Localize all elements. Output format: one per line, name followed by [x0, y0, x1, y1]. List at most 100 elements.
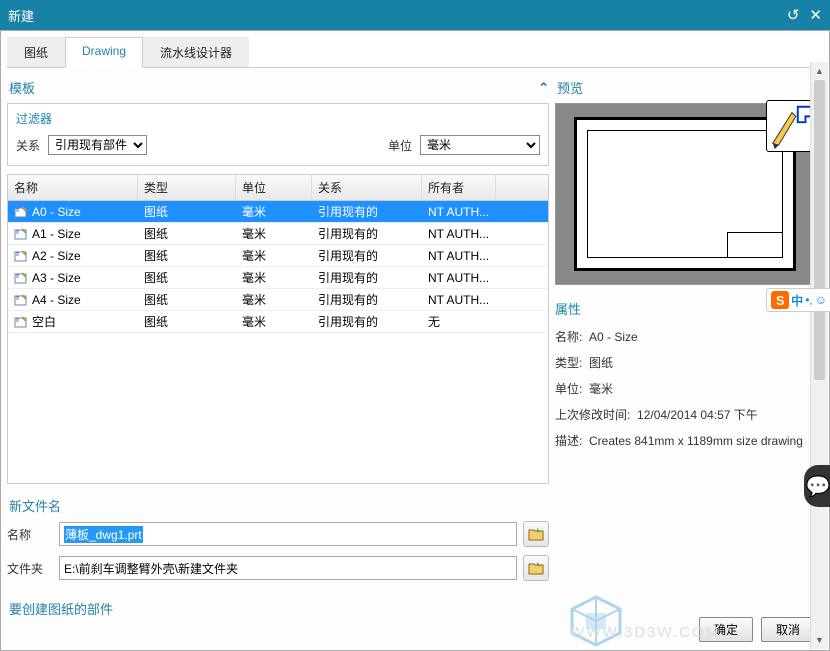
cell-unit: 毫米	[236, 245, 312, 266]
cell-unit: 毫米	[236, 201, 312, 222]
drawing-file-icon	[14, 250, 28, 262]
cell-owner: NT AUTH...	[422, 203, 496, 221]
tab-pipeline[interactable]: 流水线设计器	[143, 37, 249, 67]
templates-label: 模板	[9, 78, 35, 97]
browse-folder-button[interactable]	[523, 555, 549, 581]
ime-smiley-icon: ☺	[815, 293, 827, 307]
cell-unit: 毫米	[236, 223, 312, 244]
help-bubble[interactable]: 💬	[804, 465, 830, 507]
col-type[interactable]: 类型	[138, 175, 236, 200]
drawing-file-icon	[14, 272, 28, 284]
cell-owner: NT AUTH...	[422, 225, 496, 243]
parts-title: 要创建图纸的部件	[9, 599, 113, 618]
table-header: 名称 类型 单位 关系 所有者	[8, 175, 548, 201]
filename-input[interactable]: 薄板_dwg1.prt	[59, 522, 517, 546]
cell-type: 图纸	[138, 223, 236, 244]
vertical-scrollbar[interactable]: ▲ ▼	[810, 62, 828, 649]
cell-unit: 毫米	[236, 267, 312, 288]
cell-owner: 无	[422, 311, 496, 332]
relation-select[interactable]: 引用现有部件	[48, 135, 147, 155]
unit-select[interactable]: 毫米	[420, 135, 540, 155]
cell-owner: NT AUTH...	[422, 291, 496, 309]
ime-zh-label: 中	[791, 292, 803, 309]
cancel-button[interactable]: 取消	[761, 617, 815, 642]
cell-type: 图纸	[138, 267, 236, 288]
relation-label: 关系	[16, 137, 40, 154]
col-unit[interactable]: 单位	[236, 175, 312, 200]
browse-name-button[interactable]	[523, 521, 549, 547]
chat-icon: 💬	[806, 474, 830, 499]
table-row[interactable]: A0 - Size 图纸毫米引用现有的NT AUTH...	[8, 201, 548, 223]
table-body: A0 - Size图纸毫米引用现有的NT AUTH...A1 - Size图纸毫…	[8, 201, 548, 333]
cell-type: 图纸	[138, 245, 236, 266]
scroll-up-icon[interactable]: ▲	[811, 62, 828, 80]
drawing-file-icon	[14, 206, 28, 218]
ime-punct-icon: •,	[805, 293, 813, 307]
close-icon[interactable]: ✕	[809, 6, 822, 24]
dialog-content: 图纸 Drawing 流水线设计器 模板 ⌃ 过滤器 关系 引用现有部件 单位 …	[0, 30, 830, 651]
ok-button[interactable]: 确定	[699, 617, 753, 642]
cell-name: A4 - Size	[32, 293, 81, 307]
prop-modified-value: 12/04/2014 04:57 下午	[637, 408, 758, 422]
prop-modified-label: 上次修改时间:	[555, 406, 630, 424]
col-relation[interactable]: 关系	[312, 175, 422, 200]
cell-name: A0 - Size	[32, 205, 81, 219]
tab-drawing[interactable]: Drawing	[65, 37, 143, 68]
preview-thumbnail	[555, 103, 815, 285]
cell-name: A3 - Size	[32, 271, 81, 285]
prop-desc-label: 描述:	[555, 432, 582, 450]
preview-label: 预览	[557, 78, 583, 97]
tab-bar: 图纸 Drawing 流水线设计器	[7, 37, 823, 68]
cell-owner: NT AUTH...	[422, 269, 496, 287]
col-owner[interactable]: 所有者	[422, 175, 496, 200]
prop-unit-label: 单位:	[555, 380, 582, 398]
filename-label: 名称	[7, 526, 53, 543]
properties-panel: 属性 名称: A0 - Size 类型: 图纸 单位: 毫米 上次修改时间: 1…	[555, 299, 823, 450]
cell-relation: 引用现有的	[312, 201, 422, 222]
table-row[interactable]: 空白 图纸毫米引用现有的无	[8, 311, 548, 333]
template-table: 名称 类型 单位 关系 所有者 A0 - Size图纸毫米引用现有的NT AUT…	[7, 174, 549, 484]
folder-input[interactable]	[59, 556, 517, 580]
cell-type: 图纸	[138, 201, 236, 222]
cell-relation: 引用现有的	[312, 223, 422, 244]
drawing-file-icon	[14, 228, 28, 240]
ime-indicator[interactable]: S 中 •, ☺	[766, 288, 830, 312]
prop-type-value: 图纸	[589, 356, 613, 370]
table-row[interactable]: A2 - Size 图纸毫米引用现有的NT AUTH...	[8, 245, 548, 267]
scroll-down-icon[interactable]: ▼	[811, 631, 828, 649]
cell-relation: 引用现有的	[312, 267, 422, 288]
cell-unit: 毫米	[236, 311, 312, 332]
scroll-thumb[interactable]	[814, 80, 825, 380]
tab-drawings-cn[interactable]: 图纸	[7, 37, 65, 67]
prop-name-label: 名称:	[555, 328, 582, 346]
cell-name: A1 - Size	[32, 227, 81, 241]
folder-label: 文件夹	[7, 560, 53, 577]
window-title: 新建	[8, 6, 34, 25]
filter-panel: 过滤器 关系 引用现有部件 单位 毫米	[7, 103, 549, 166]
titlebar: 新建 ↺ ✕	[0, 0, 830, 30]
cell-name: 空白	[32, 313, 56, 330]
ime-s-icon: S	[771, 291, 789, 309]
col-name[interactable]: 名称	[8, 175, 138, 200]
cell-relation: 引用现有的	[312, 311, 422, 332]
drawing-file-icon	[14, 294, 28, 306]
newfile-title: 新文件名	[9, 496, 61, 515]
prop-desc-value: Creates 841mm x 1189mm size drawing	[589, 434, 803, 448]
cell-name: A2 - Size	[32, 249, 81, 263]
filter-title: 过滤器	[16, 110, 540, 127]
collapse-templates-icon[interactable]: ⌃	[538, 80, 549, 96]
unit-label: 单位	[388, 137, 412, 154]
refresh-icon[interactable]: ↺	[787, 6, 800, 24]
drawing-file-icon	[14, 316, 28, 328]
table-row[interactable]: A3 - Size 图纸毫米引用现有的NT AUTH...	[8, 267, 548, 289]
prop-unit-value: 毫米	[589, 382, 613, 396]
prop-name-value: A0 - Size	[589, 330, 638, 344]
cell-relation: 引用现有的	[312, 245, 422, 266]
table-row[interactable]: A4 - Size图纸毫米引用现有的NT AUTH...	[8, 289, 548, 311]
cell-relation: 引用现有的	[312, 289, 422, 310]
cell-type: 图纸	[138, 289, 236, 310]
prop-type-label: 类型:	[555, 354, 582, 372]
cell-owner: NT AUTH...	[422, 247, 496, 265]
table-row[interactable]: A1 - Size 图纸毫米引用现有的NT AUTH...	[8, 223, 548, 245]
cell-type: 图纸	[138, 311, 236, 332]
